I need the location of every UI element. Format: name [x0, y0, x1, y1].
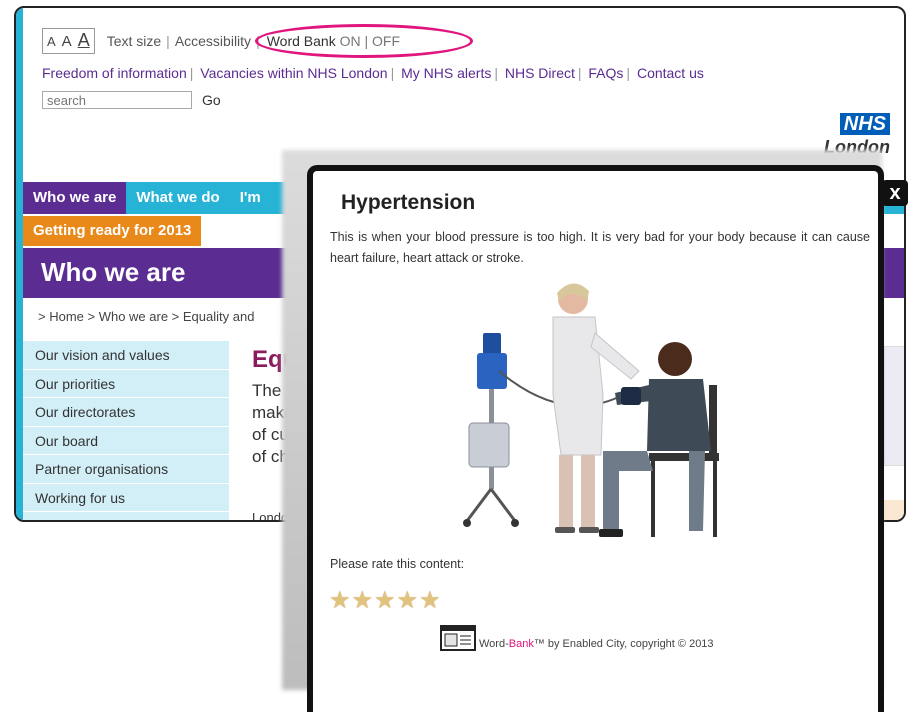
sidebar-item-priorities[interactable]: Our priorities — [23, 370, 229, 398]
footer-word: Word- — [479, 638, 509, 650]
text-size-small[interactable]: A — [47, 34, 56, 49]
highlight-ellipse — [254, 24, 473, 58]
text-size-selector: A A A — [42, 28, 95, 54]
breadcrumb[interactable]: > Home > Who we are > Equality and — [38, 309, 254, 324]
footer-bank: Bank — [508, 638, 534, 650]
popup-title: Hypertension — [341, 191, 476, 214]
sidebar-item-board[interactable]: Our board — [23, 427, 229, 455]
utility-links: Freedom of information | Vacancies within… — [42, 65, 704, 81]
search-bar: Go — [42, 91, 221, 109]
star-icon[interactable]: ★ — [419, 589, 441, 613]
tab-what-we-do[interactable]: What we do — [126, 182, 229, 214]
vacancies-link[interactable]: Vacancies within NHS London — [200, 65, 387, 81]
separator: | — [166, 33, 170, 49]
page-title: Who we are — [41, 257, 186, 287]
right-side-panel — [884, 346, 904, 466]
star-icon[interactable]: ★ — [329, 589, 351, 613]
nhs-logo-mark: NHS — [839, 113, 890, 135]
right-side-box — [884, 500, 904, 520]
tab-who-we-are[interactable]: Who we are — [23, 182, 127, 214]
text-size-large[interactable]: A — [78, 30, 90, 51]
nhs-alerts-link[interactable]: My NHS alerts — [401, 65, 491, 81]
rate-label: Please rate this content: — [330, 557, 465, 571]
sidebar-item-vision[interactable]: Our vision and values — [23, 341, 229, 370]
popup-description: This is when your blood pressure is too … — [330, 230, 870, 265]
sidebar-item-directorates[interactable]: Our directorates — [23, 398, 229, 427]
sidebar-nav: Our vision and values Our priorities Our… — [23, 341, 229, 520]
left-accent-bar — [16, 8, 23, 520]
star-icon[interactable]: ★ — [352, 589, 374, 613]
blood-pressure-illustration — [463, 283, 719, 537]
nhs-direct-link[interactable]: NHS Direct — [505, 65, 575, 81]
accessibility-link[interactable]: Accessibility — [175, 33, 251, 49]
search-go-button[interactable]: Go — [202, 92, 221, 108]
star-rating: ★ ★ ★ ★ ★ — [329, 589, 441, 613]
text-size-medium[interactable]: A — [62, 33, 72, 50]
contact-us-link[interactable]: Contact us — [637, 65, 704, 81]
word-bank-book-icon — [440, 625, 476, 651]
word-bank-footer: Word-Bank™ by Enabled City, copyright © … — [439, 622, 714, 652]
close-popup-button[interactable]: x — [882, 180, 908, 206]
text-size-label: Text size — [106, 33, 162, 49]
word-bank-popup: Hypertension This is when your blood pre… — [307, 165, 884, 712]
star-icon[interactable]: ★ — [397, 589, 419, 613]
faqs-link[interactable]: FAQs — [588, 65, 623, 81]
sidebar-item-partners[interactable]: Partner organisations — [23, 455, 229, 484]
word-bank-toggle: Word Bank ON | OFF — [254, 24, 473, 58]
footer-rest: ™ by Enabled City, copyright © 2013 — [533, 638, 714, 650]
sidebar-item-contact[interactable]: Contact us — [23, 512, 229, 520]
getting-ready-tab[interactable]: Getting ready for 2013 — [23, 216, 202, 246]
copyright-text: Word-Bank™ by Enabled City, copyright © … — [479, 638, 714, 650]
search-input[interactable] — [42, 91, 192, 109]
top-utility-bar: A A A Text size | Accessibility | Word B… — [42, 24, 473, 58]
star-icon[interactable]: ★ — [374, 589, 396, 613]
tab-im[interactable]: I'm — [230, 182, 271, 214]
sidebar-item-working[interactable]: Working for us — [23, 484, 229, 512]
freedom-of-information-link[interactable]: Freedom of information — [42, 65, 187, 81]
